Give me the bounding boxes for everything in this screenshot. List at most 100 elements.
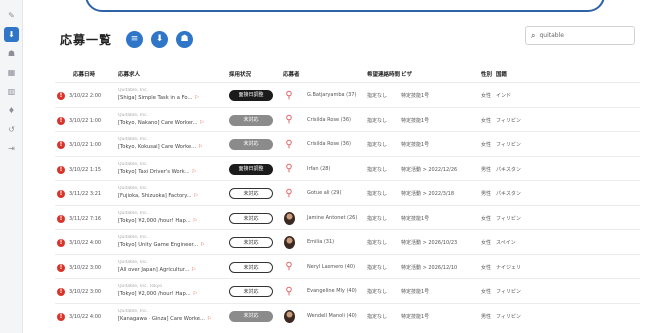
company-name: Quitable, Inc. (118, 112, 148, 118)
job-title[interactable]: [Tokyo] Taxi Driver's Work... (118, 169, 190, 175)
table-row[interactable]: ! 3/11/22 3:21 Quitable, Inc. [Fujioka, Shi… (55, 180, 640, 205)
job-cell[interactable]: Quitable, Inc. [Shiga] Simple Task in a F… (118, 88, 223, 101)
table-row[interactable]: ! 3/10/22 4:00 Quitable, Inc. [Kanagawa · G… (55, 302, 640, 328)
job-title[interactable]: [All over Japan] Agricultur... (118, 267, 189, 273)
pencil-icon[interactable]: ✎ (4, 8, 19, 23)
gender: 男性 (481, 166, 492, 173)
job-title[interactable]: [Tokyo] Unity Game Engineer... (118, 242, 198, 248)
applicant-name[interactable]: Gotue ali (29) (307, 190, 341, 196)
person-outline-icon: ⚲ (285, 187, 293, 199)
table-row[interactable]: ! 3/11/22 7:16 Quitable, Inc. [Tokyo] ¥2,00… (55, 204, 640, 230)
job-cell[interactable]: Quitable, Inc. [Kanagawa · Ginza] Care Wo… (118, 309, 223, 322)
avatar: ⚲ (283, 285, 295, 298)
add-user-button[interactable]: ☗ (176, 30, 194, 48)
job-cell[interactable]: Quitable, Inc. [Tokyo] ¥2,000 /hour! Hap.… (118, 211, 223, 224)
date-text: 3/10/22 4:00 (69, 240, 102, 246)
col-applicant[interactable]: 応募者 (283, 70, 300, 78)
applied-date: ! 3/10/22 1:15 (57, 165, 101, 174)
job-cell[interactable]: Quitable, Inc. [Tokyo, Nakano] Care Worke… (118, 113, 223, 126)
job-title[interactable]: [Tokyo] ¥2,000 /hour! Hap... (118, 218, 191, 224)
col-nation[interactable]: 国籍 (496, 70, 507, 78)
nationality: ナイジェリ (496, 264, 522, 271)
logout-icon[interactable]: ⇥ (4, 141, 19, 156)
applicant-name[interactable]: G.Batjaryamba (37) (307, 92, 356, 98)
status-badge[interactable]: 未対応 (229, 212, 273, 224)
person-outline-icon: ⚲ (285, 138, 293, 150)
applied-date: ! 3/10/22 2:00 (57, 92, 101, 100)
avatar: ⚲ (283, 114, 295, 127)
status-badge[interactable]: 未対応 (229, 261, 273, 273)
avatar: ⚲ (283, 138, 295, 151)
status-badge[interactable]: 未対応 (229, 114, 273, 126)
person-outline-icon: ⚲ (285, 114, 293, 125)
job-cell[interactable]: Quitable, Inc. [Tokyo] Taxi Driver's Work… (118, 162, 223, 175)
job-title[interactable]: [Tokyo] ¥2,000 /hour! Hap... (118, 291, 191, 297)
table-row[interactable]: ! 3/10/22 3:00 Quitable, Inc. Tokyo [Tokyo]… (55, 278, 640, 303)
search-input[interactable]: ⌕ quitable (525, 26, 635, 45)
nationality: フィリピン (496, 117, 521, 124)
flag-icon: ⚐ (193, 193, 199, 199)
status-badge[interactable]: 面接日調整 (229, 163, 273, 175)
job-cell[interactable]: Quitable, Inc. [Tokyo, Kokusai] Care Work… (118, 137, 223, 150)
status-badge[interactable]: 面接日調整 (229, 90, 273, 101)
pin-icon[interactable]: ♦ (4, 103, 19, 118)
table-row[interactable]: ! 3/10/22 3:00 Quitable, Inc. [All over Jap… (55, 253, 640, 279)
job-cell[interactable]: Quitable, Inc. Tokyo [Tokyo] ¥2,000 /hour… (118, 284, 223, 297)
col-status[interactable]: 採用状況 (229, 70, 251, 78)
col-contact[interactable]: 希望連絡時間 (367, 70, 400, 78)
col-visa[interactable]: ビザ (401, 70, 412, 78)
job-title[interactable]: [Kanagawa · Ginza] Care Worke... (118, 316, 205, 322)
visa-status: 特定技能1号 (401, 289, 430, 295)
applied-date: ! 3/10/22 1:00 (57, 141, 101, 149)
gender: 女性 (481, 264, 492, 271)
table-row[interactable]: ! 3/10/22 1:00 Quitable, Inc. [Tokyo, Kokus… (55, 131, 640, 156)
col-job[interactable]: 応募求人 (118, 70, 140, 78)
alert-icon: ! (57, 165, 65, 174)
table-row[interactable]: ! 3/10/22 1:15 Quitable, Inc. [Tokyo] Taxi … (55, 155, 640, 181)
job-cell[interactable]: Quitable, Inc. [Tokyo] Unity Game Enginee… (118, 235, 223, 248)
applied-date: ! 3/11/22 3:21 (57, 190, 101, 198)
table-row[interactable]: ! 3/10/22 1:00 Quitable, Inc. [Tokyo, Nakan… (55, 106, 640, 132)
applicant-name[interactable]: Jamine Antonet (26) (307, 215, 357, 221)
job-cell[interactable]: Quitable, Inc. [All over Japan] Agricultu… (118, 260, 223, 273)
applicant-name[interactable]: Emilia (31) (307, 239, 334, 245)
nationality: フィリピン (496, 313, 521, 320)
date-text: 3/10/22 1:00 (69, 142, 102, 148)
applied-date: ! 3/10/22 1:00 (57, 116, 101, 125)
status-badge[interactable]: 未対応 (229, 286, 273, 297)
table-row[interactable]: ! 3/10/22 4:00 Quitable, Inc. [Tokyo] Unity… (55, 229, 640, 254)
col-gender[interactable]: 性別 (481, 70, 492, 78)
status-badge[interactable]: 未対応 (229, 188, 273, 199)
job-title[interactable]: [Tokyo, Kokusai] Care Worke... (118, 144, 196, 150)
alert-icon: ! (57, 239, 65, 247)
job-title[interactable]: [Fujioka, Shizuoka] Factory... (118, 193, 192, 199)
applicant-name[interactable]: Crisilda Rose (36) (307, 141, 351, 147)
download-button[interactable]: ⬇ (151, 30, 169, 48)
flag-icon: ⚐ (191, 168, 197, 175)
grid-icon[interactable]: ▦ (4, 65, 19, 80)
person-icon[interactable]: ⬇ (4, 27, 19, 42)
building-icon[interactable]: ▥ (4, 84, 19, 99)
date-text: 3/10/22 3:00 (69, 289, 102, 295)
applicant-name[interactable]: Crisilda Rose (36) (307, 117, 351, 123)
applicant-name[interactable]: Neryl Lasmero (40) (307, 264, 355, 270)
status-badge[interactable]: 未対応 (229, 237, 273, 248)
col-date[interactable]: 応募日時 (73, 70, 95, 78)
applicant-name[interactable]: Wendell Manoli (40) (307, 313, 357, 319)
table-row[interactable]: ! 3/10/22 2:00 Quitable, Inc. [Shiga] Simpl… (55, 82, 640, 107)
avatar: ⚲ (283, 163, 295, 176)
people-icon[interactable]: ☗ (4, 46, 19, 61)
cycle-icon[interactable]: ↺ (4, 122, 19, 137)
status-badge[interactable]: 未対応 (229, 139, 273, 150)
page-header: 応募一覧 ≡ ⬇ ☗ (60, 27, 201, 51)
nationality: パキスタン (496, 166, 521, 173)
applicant-name[interactable]: Evangeline Mly (40) (307, 288, 357, 294)
job-title[interactable]: [Tokyo, Nakano] Care Worker... (118, 120, 198, 126)
filter-button[interactable]: ≡ (126, 30, 144, 48)
applicant-name[interactable]: Irfan (28) (307, 166, 330, 172)
job-title[interactable]: [Shiga] Simple Task in a Fo... (118, 95, 192, 101)
job-cell[interactable]: Quitable, Inc. [Fujioka, Shizuoka] Factor… (118, 186, 223, 199)
alert-icon: ! (57, 190, 65, 198)
status-badge[interactable]: 未対応 (229, 310, 273, 322)
visa-status: 特定活動 > 2026/12/10 (401, 264, 458, 271)
